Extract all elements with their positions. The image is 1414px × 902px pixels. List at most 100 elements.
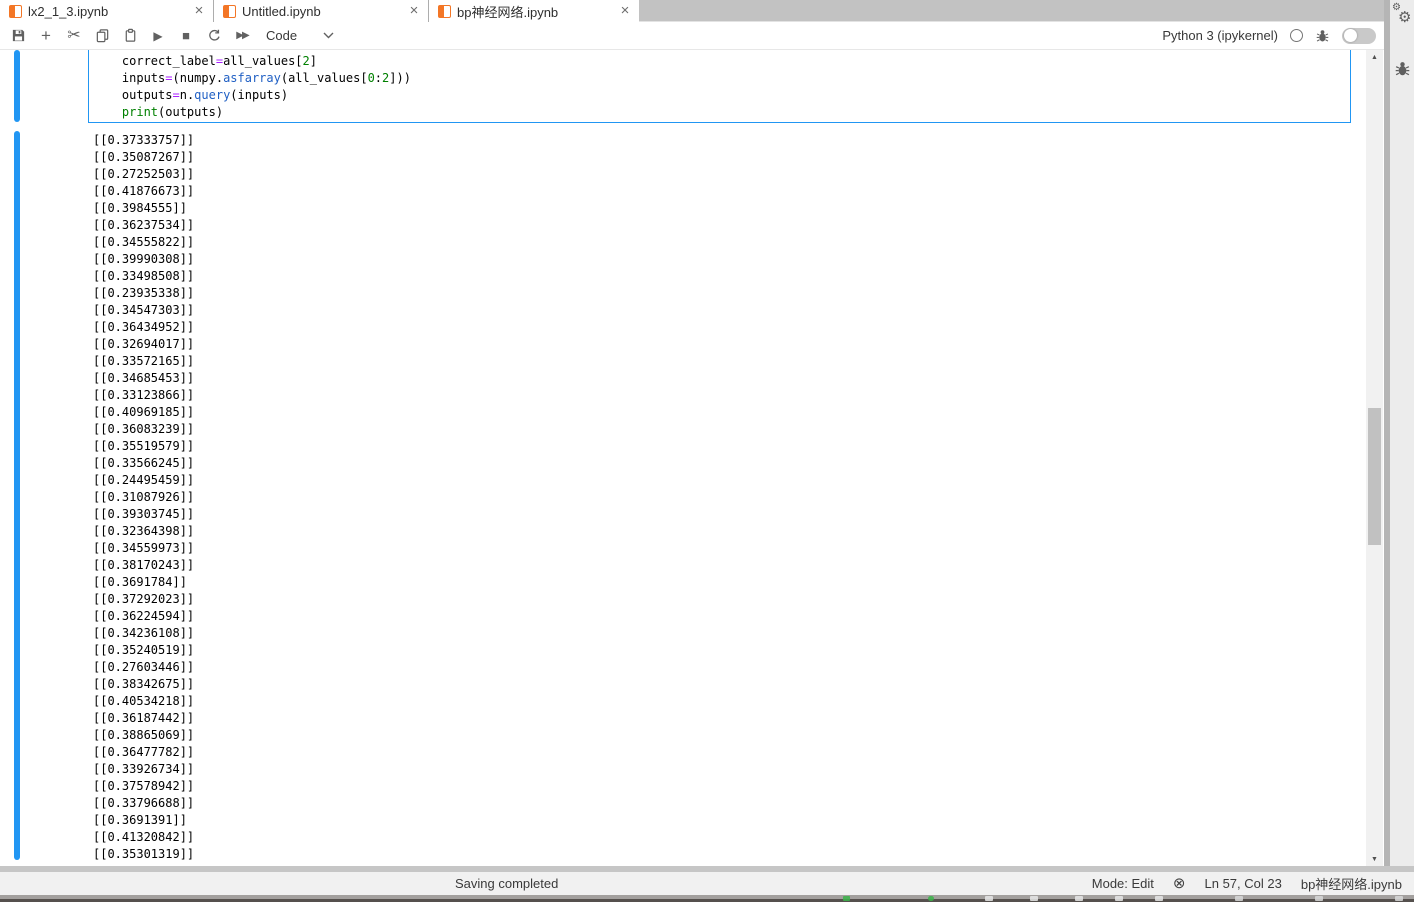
- output-line: [[0.40534218]]: [93, 694, 195, 708]
- circled-x-icon: ⊗: [1172, 875, 1186, 892]
- cell-type-dropdown[interactable]: Code: [266, 28, 334, 43]
- output-line: [[0.33572165]]: [93, 354, 195, 368]
- notebook-file-icon: [223, 4, 236, 18]
- output-line: [[0.27252503]]: [93, 167, 195, 181]
- cell-type-value: Code: [266, 28, 298, 43]
- copy-cell-button[interactable]: [88, 24, 116, 48]
- output-line: [[0.33796688]]: [93, 796, 195, 810]
- tab-bar-empty-space: [639, 0, 1384, 21]
- output-line: [[0.34559973]]: [93, 541, 195, 555]
- tab-label: bp神经网络.ipynb: [457, 4, 559, 20]
- scissors-icon: ✂: [67, 26, 81, 44]
- taskbar-icon[interactable]: [1395, 896, 1403, 901]
- output-line: [[0.23935338]]: [93, 286, 195, 300]
- close-icon[interactable]: ×: [617, 3, 633, 19]
- output-line: [[0.41876673]]: [93, 184, 195, 198]
- restart-kernel-button[interactable]: [200, 24, 228, 48]
- output-line: [[0.36224594]]: [93, 609, 195, 623]
- code-line: print(outputs): [121, 105, 224, 119]
- code-lines: correct_label=all_values[2] inputs=(nump…: [93, 53, 1350, 121]
- cut-cell-button[interactable]: ✂: [60, 24, 88, 48]
- kernel-name[interactable]: Python 3 (ipykernel): [1162, 28, 1278, 43]
- save-button[interactable]: [4, 24, 32, 48]
- input-cell-collapser[interactable]: [14, 50, 20, 122]
- close-icon[interactable]: ×: [406, 3, 422, 19]
- scroll-up-button[interactable]: ▲: [1366, 50, 1383, 64]
- vertical-scrollbar[interactable]: ▲ ▼: [1366, 50, 1383, 866]
- output-line: [[0.36237534]]: [93, 218, 195, 232]
- interrupt-kernel-button[interactable]: ■: [172, 24, 200, 48]
- output-line: [[0.32364398]]: [93, 524, 195, 538]
- output-line: [[0.35087267]]: [93, 150, 195, 164]
- property-inspector-button[interactable]: ⚙ ⚙: [1392, 2, 1414, 30]
- notebook-toolbar: + ✂ ▶ ■ ▶▶ Code Python 3 (ipykernel): [0, 22, 1384, 50]
- taskbar-icon[interactable]: [1030, 896, 1038, 901]
- code-line: correct_label=all_values[2]: [93, 54, 318, 68]
- kernel-status-icon: [1290, 29, 1303, 42]
- output-line: [[0.37333757]]: [93, 133, 195, 147]
- output-line: [[0.33123866]]: [93, 388, 195, 402]
- code-cell-editor[interactable]: correct_label=all_values[2] inputs=(nump…: [88, 50, 1351, 123]
- output-line: [[0.38342675]]: [93, 677, 195, 691]
- output-line: [[0.34685453]]: [93, 371, 195, 385]
- taskbar-icon[interactable]: [1155, 896, 1163, 901]
- tab-untitled[interactable]: Untitled.ipynb ×: [214, 0, 429, 22]
- output-line: [[0.31087926]]: [93, 490, 195, 504]
- output-line: [[0.36083239]]: [93, 422, 195, 436]
- jupyter-notebook-window: lx2_1_3.ipynb × Untitled.ipynb × bp神经网络.…: [0, 0, 1414, 902]
- scrollbar-thumb[interactable]: [1368, 408, 1381, 545]
- taskbar-icon[interactable]: [1075, 896, 1083, 901]
- restart-run-all-button[interactable]: ▶▶: [228, 24, 256, 48]
- tab-lx2_1_3[interactable]: lx2_1_3.ipynb ×: [0, 0, 214, 22]
- taskbar-icon[interactable]: [985, 896, 993, 901]
- output-line: [[0.37578942]]: [93, 779, 195, 793]
- output-line: [[0.24495459]]: [93, 473, 195, 487]
- code-line: outputs=n.query(inputs): [93, 88, 289, 102]
- output-line: [[0.32694017]]: [93, 337, 195, 351]
- output-line: [[0.33926734]]: [93, 762, 195, 776]
- taskbar-icon[interactable]: [1315, 896, 1323, 901]
- simple-mode-toggle[interactable]: [1342, 27, 1376, 44]
- notebook-file-icon: [438, 4, 451, 18]
- taskbar-icon[interactable]: [843, 896, 850, 901]
- tab-bar: lx2_1_3.ipynb × Untitled.ipynb × bp神经网络.…: [0, 0, 1384, 22]
- gear-icon: ⚙: [1392, 2, 1401, 13]
- output-line: [[0.35240519]]: [93, 643, 195, 657]
- scroll-down-button[interactable]: ▼: [1366, 852, 1383, 866]
- fast-forward-icon: ▶▶: [236, 29, 249, 41]
- output-line: [[0.3691391]]: [93, 813, 187, 827]
- debugger-toggle-button[interactable]: [1315, 28, 1330, 44]
- output-line: [[0.36477782]]: [93, 745, 195, 759]
- output-line: [[0.35519579]]: [93, 439, 195, 453]
- insert-cell-button[interactable]: +: [32, 24, 60, 48]
- taskbar-icon[interactable]: [1115, 896, 1123, 901]
- taskbar-icon[interactable]: [1235, 896, 1243, 901]
- paste-cell-button[interactable]: [116, 24, 144, 48]
- bug-icon: [1395, 62, 1409, 76]
- stop-icon: ■: [182, 28, 190, 43]
- saving-status: Saving completed: [455, 876, 559, 891]
- output-line: [[0.36187442]]: [93, 711, 195, 725]
- output-line: [[0.34555822]]: [93, 235, 195, 249]
- output-line: [[0.39990308]]: [93, 252, 195, 266]
- close-icon[interactable]: ×: [191, 3, 207, 19]
- output-line: [[0.38170243]]: [93, 558, 195, 572]
- cell-output-area: [[0.37333757]] [[0.35087267]] [[0.27252503…: [93, 132, 194, 863]
- status-bar: Saving completed Mode: Edit ⊗ Ln 57, Col…: [0, 872, 1414, 895]
- code-line: inputs=(numpy.asfarray(all_values[0:2])): [93, 71, 411, 85]
- output-line: [[0.27603446]]: [93, 660, 195, 674]
- output-line: [[0.38865069]]: [93, 728, 195, 742]
- tab-bp-neural-network-active[interactable]: bp神经网络.ipynb ×: [429, 0, 639, 22]
- run-icon: ▶: [153, 28, 163, 43]
- windows-taskbar-sliver: [0, 895, 1414, 902]
- taskbar-icon[interactable]: [928, 896, 934, 901]
- notebook-scroll-area[interactable]: correct_label=all_values[2] inputs=(nump…: [0, 50, 1384, 866]
- cursor-position: Ln 57, Col 23: [1204, 876, 1282, 891]
- output-line: [[0.40969185]]: [93, 405, 195, 419]
- arrow-up-icon: ▲: [1371, 53, 1378, 61]
- bug-icon: [1316, 29, 1329, 42]
- output-line: [[0.41320842]]: [93, 830, 195, 844]
- output-cell-collapser[interactable]: [14, 131, 20, 860]
- run-cell-button[interactable]: ▶: [144, 24, 172, 48]
- debugger-panel-button[interactable]: [1390, 58, 1414, 80]
